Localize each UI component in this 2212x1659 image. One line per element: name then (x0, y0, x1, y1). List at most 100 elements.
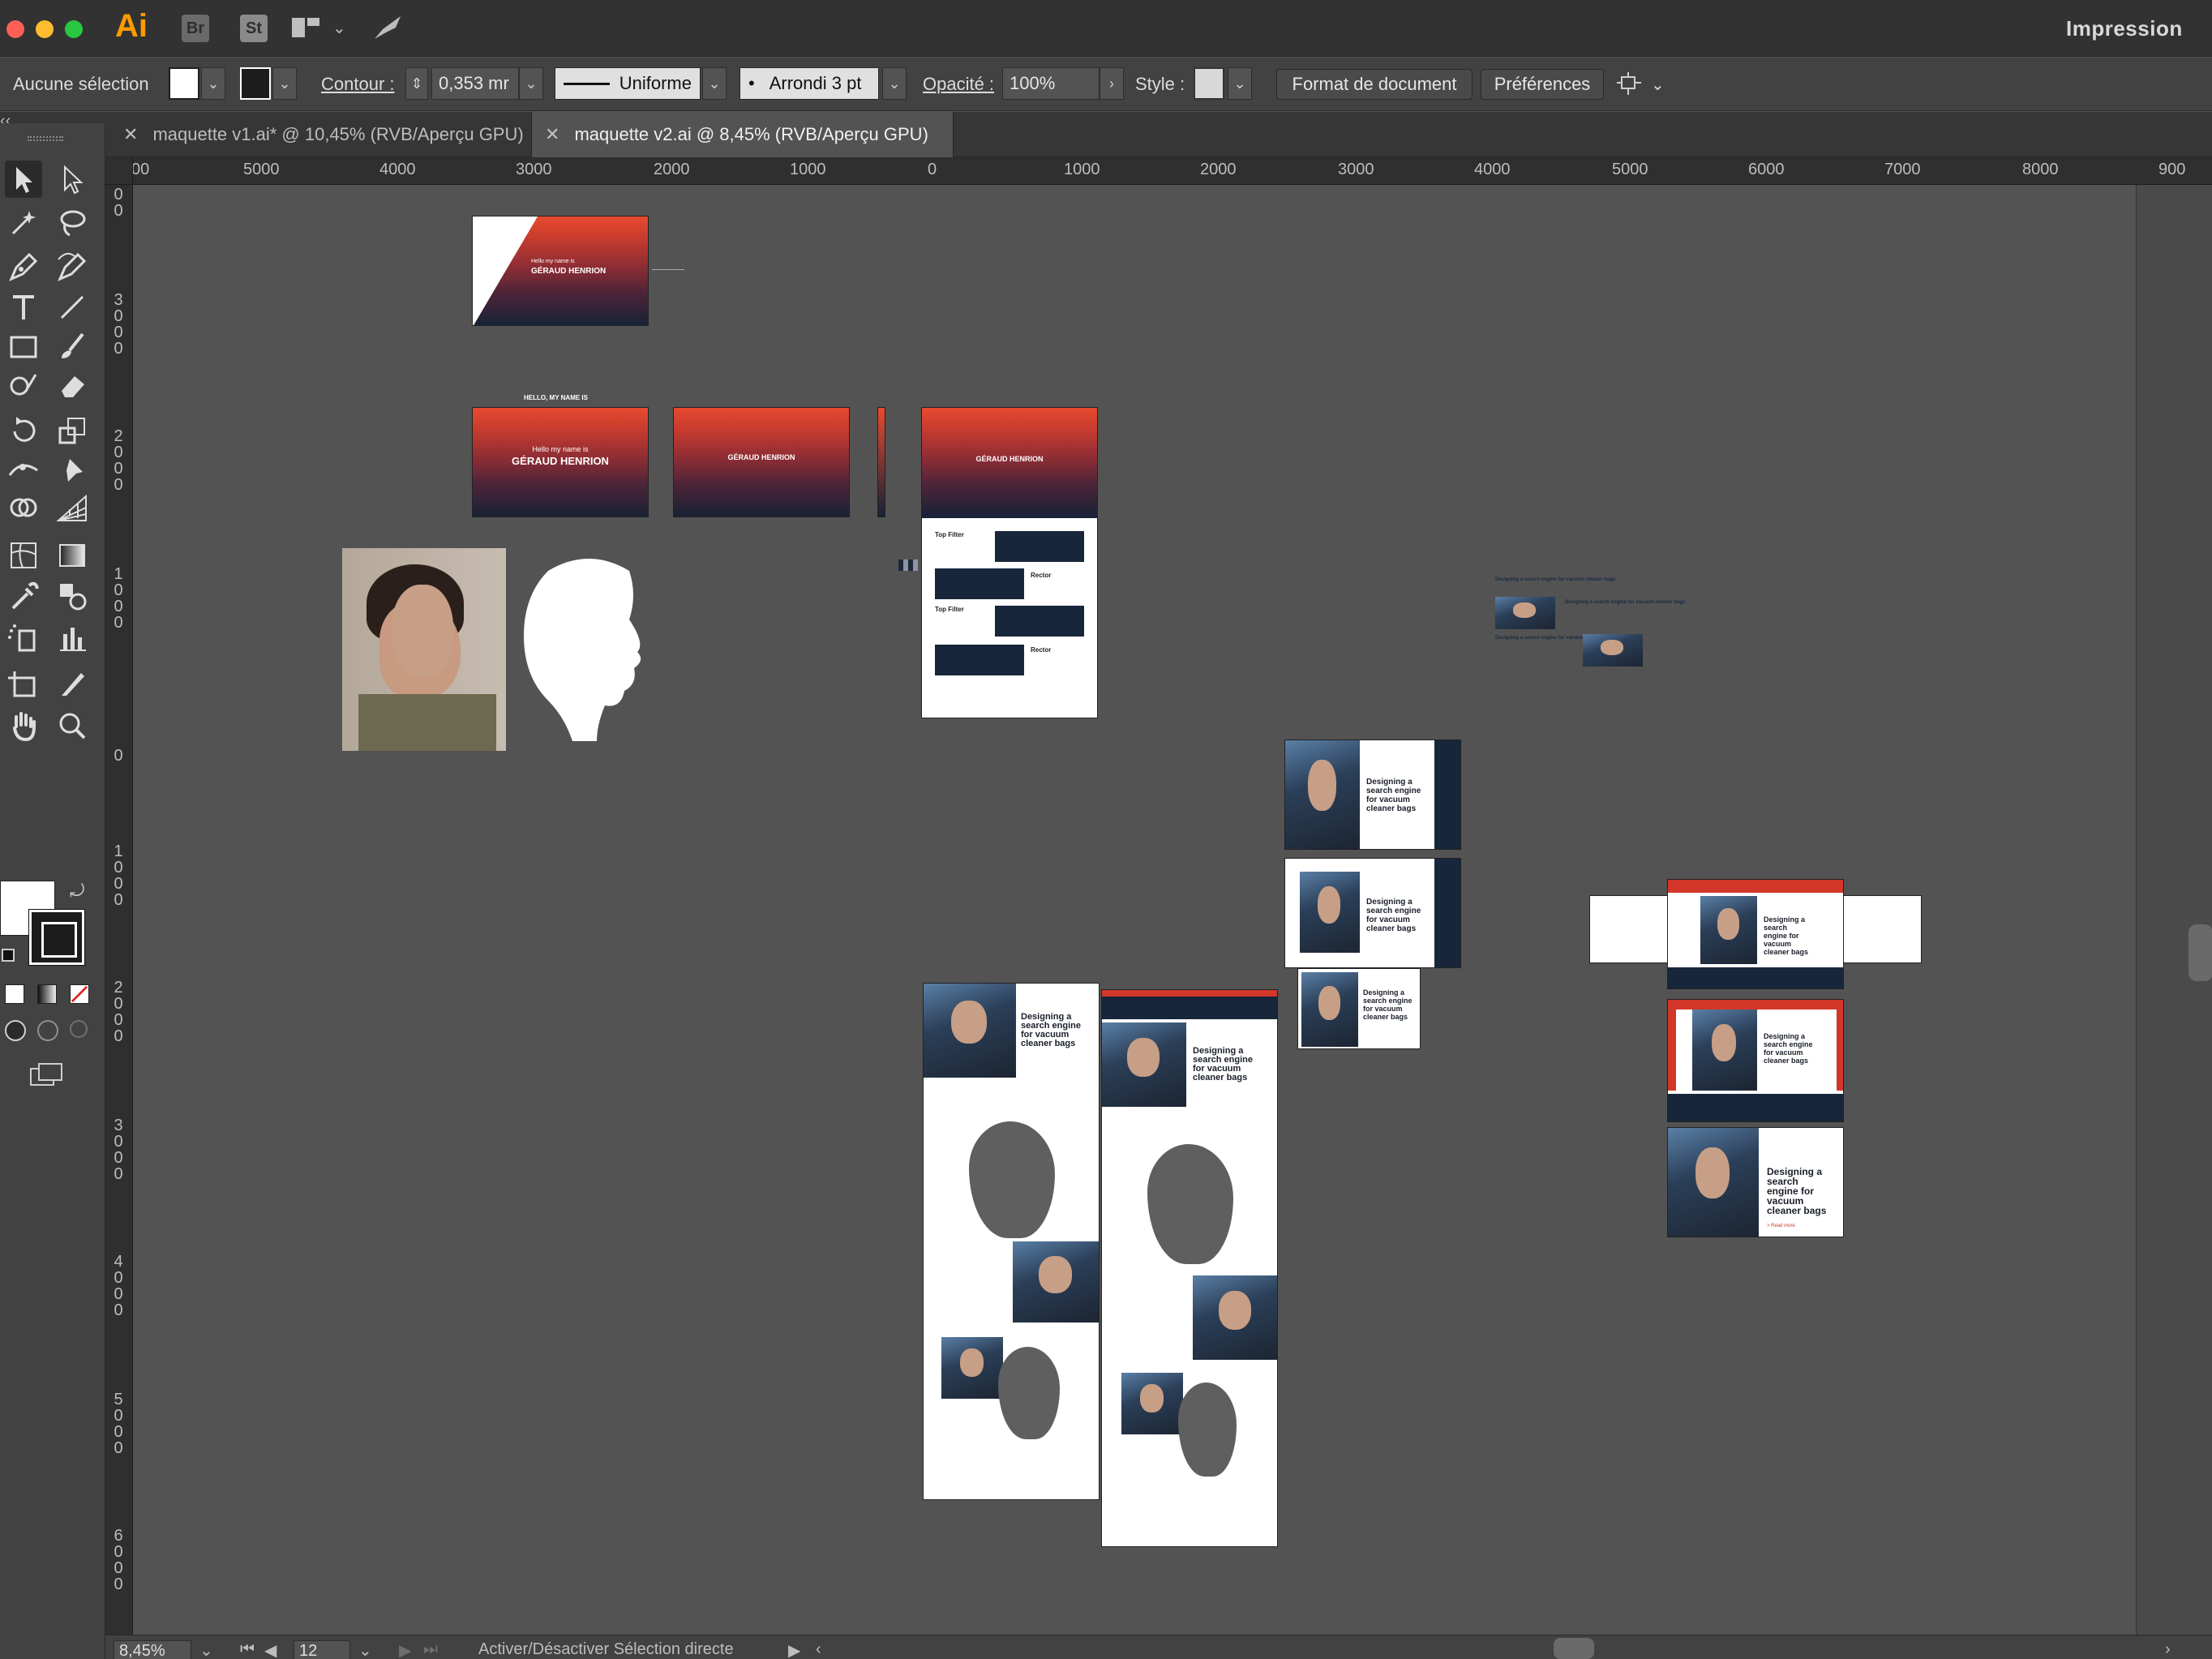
zoom-window-button[interactable] (65, 20, 83, 38)
vertical-scrollbar[interactable] (2136, 185, 2212, 1635)
artboard-tablet-2[interactable]: Designing a search engine for vacuum cle… (1284, 858, 1461, 968)
artboard-dropdown-icon[interactable]: ⌄ (358, 1640, 372, 1659)
arrange-chevron-icon[interactable]: ⌄ (1651, 69, 1665, 100)
screen-mode-icon[interactable] (29, 1062, 65, 1087)
width-tool-icon[interactable] (5, 451, 42, 488)
eyedropper-tool-icon[interactable] (5, 577, 42, 615)
stroke-dropdown[interactable]: ⌄ (272, 67, 297, 100)
style-swatch[interactable] (1194, 67, 1224, 100)
contour-stepper[interactable]: ⇕ (405, 67, 428, 100)
rectangle-tool-icon[interactable] (5, 328, 42, 365)
symbol-sprayer-tool-icon[interactable] (5, 619, 42, 657)
artboard-hero-2[interactable]: GÉRAUD HENRION (673, 407, 850, 517)
puppet-warp-tool-icon[interactable] (54, 451, 91, 488)
column-graph-tool-icon[interactable] (54, 619, 91, 657)
stock-button[interactable]: St (240, 15, 268, 42)
none-mode-icon[interactable] (70, 984, 89, 1004)
artboard-mobile-long-2[interactable]: Designing a search engine for vacuum cle… (1101, 989, 1278, 1547)
contour-label[interactable]: Contour : (321, 69, 395, 100)
stroke-profile-dropdown[interactable]: ⌄ (702, 67, 727, 100)
document-format-button[interactable]: Format de document (1276, 69, 1473, 100)
profile-silhouette[interactable] (516, 555, 654, 749)
arrange-documents-icon[interactable] (292, 18, 319, 37)
chevron-down-icon[interactable]: ⌄ (332, 18, 346, 38)
zoom-tool-icon[interactable] (54, 707, 91, 744)
tab-maquette-v2[interactable]: ✕ maquette v2.ai @ 8,45% (RVB/Aperçu GPU… (532, 112, 954, 157)
close-tab-icon[interactable]: ✕ (123, 124, 138, 145)
artboard-desktop-2[interactable]: Designing a search engine for vacuum cle… (1667, 999, 1844, 1122)
last-artboard-icon[interactable]: ⏭ (423, 1640, 438, 1659)
blend-tool-icon[interactable] (54, 577, 91, 615)
stroke-profile-select[interactable]: Uniforme (555, 67, 701, 100)
direct-selection-tool-icon[interactable] (54, 161, 91, 198)
swap-colors-icon[interactable]: ⤾ (70, 881, 84, 902)
magic-wand-tool-icon[interactable] (5, 204, 42, 242)
status-hint[interactable]: Activer/Désactiver Sélection directe (478, 1640, 734, 1659)
artboard-intro[interactable]: Hello my name is GÉRAUD HENRION (472, 216, 649, 326)
mesh-tool-icon[interactable] (5, 537, 42, 574)
opacity-label[interactable]: Opacité : (923, 69, 994, 100)
paintbrush-tool-icon[interactable] (54, 328, 91, 365)
minimize-window-button[interactable] (36, 20, 54, 38)
artboard-number-field[interactable]: 12 (294, 1640, 350, 1659)
artboard-color-strip[interactable] (877, 407, 885, 517)
contour-input[interactable]: 0,353 mr (431, 67, 519, 100)
ruler-origin[interactable] (105, 157, 133, 185)
horizontal-scroll-thumb[interactable] (1554, 1638, 1594, 1659)
draw-inside-icon[interactable] (70, 1020, 88, 1038)
previous-artboard-icon[interactable]: ◀ (264, 1640, 276, 1659)
arrange-icon[interactable] (1615, 72, 1648, 98)
eraser-tool-icon[interactable] (54, 367, 91, 404)
horizontal-ruler[interactable]: 00 5000 4000 3000 2000 1000 0 1000 2000 … (131, 157, 2212, 185)
artboard-mobile-long-1[interactable]: Designing a search engine for vacuum cle… (923, 983, 1100, 1500)
contour-dropdown[interactable]: ⌄ (519, 67, 543, 100)
perspective-grid-tool-icon[interactable] (54, 490, 91, 527)
color-mode-icon[interactable] (5, 984, 24, 1004)
opacity-arrow[interactable]: › (1100, 67, 1124, 100)
fill-swatch[interactable] (169, 67, 199, 100)
first-artboard-icon[interactable]: ⏮ (240, 1640, 255, 1659)
bridge-button[interactable]: Br (182, 15, 209, 42)
stroke-swatch[interactable] (240, 67, 271, 100)
artboard-tool-icon[interactable] (5, 665, 42, 702)
artboard-page-cards[interactable]: GÉRAUD HENRION Top Filter Rector Top Fil… (921, 407, 1098, 718)
curvature-tool-icon[interactable] (54, 248, 91, 285)
next-artboard-icon[interactable]: ▶ (399, 1640, 411, 1659)
default-colors-icon[interactable] (2, 949, 15, 962)
scale-tool-icon[interactable] (54, 412, 91, 449)
tab-maquette-v1[interactable]: ✕ maquette v1.ai* @ 10,45% (RVB/Aperçu G… (110, 112, 532, 157)
panel-grip[interactable] (28, 136, 63, 141)
brush-select[interactable]: • Arrondi 3 pt (739, 67, 879, 100)
preferences-button[interactable]: Préférences (1481, 69, 1604, 100)
scroll-left-icon[interactable]: ‹ (816, 1640, 821, 1659)
type-tool-icon[interactable] (5, 289, 42, 326)
close-window-button[interactable] (6, 20, 24, 38)
shape-builder-tool-icon[interactable] (5, 490, 42, 527)
draw-normal-icon[interactable] (5, 1020, 26, 1041)
zoom-dropdown-icon[interactable]: ⌄ (199, 1640, 213, 1659)
gradient-mode-icon[interactable] (37, 984, 57, 1004)
draw-behind-icon[interactable] (37, 1020, 58, 1041)
artboard-desktop-3[interactable]: Designing a search engine for vacuum cle… (1667, 1127, 1844, 1237)
line-tool-icon[interactable] (54, 289, 91, 326)
fill-dropdown[interactable]: ⌄ (201, 67, 225, 100)
style-dropdown[interactable]: ⌄ (1228, 67, 1252, 100)
shaper-tool-icon[interactable] (5, 367, 42, 404)
gradient-tool-icon[interactable] (54, 537, 91, 574)
hand-tool-icon[interactable] (5, 707, 42, 744)
lasso-tool-icon[interactable] (54, 204, 91, 242)
artboard-tablet-3[interactable]: Designing a search engine for vacuum cle… (1297, 968, 1421, 1049)
slice-tool-icon[interactable] (54, 665, 91, 702)
portrait-photo[interactable] (342, 548, 506, 751)
artboard-canvas[interactable]: Hello my name is GÉRAUD HENRION HELLO, M… (133, 185, 2136, 1635)
zoom-field[interactable]: 8,45% (114, 1640, 191, 1659)
workspace-switcher[interactable]: Impression (2066, 16, 2183, 41)
artboard-tablet-1[interactable]: Designing a search engine for vacuum cle… (1284, 739, 1461, 850)
pen-tool-icon[interactable] (5, 248, 42, 285)
thumbnail-cluster[interactable]: Designing a search engine for vacuum cle… (1495, 577, 1685, 675)
close-tab-icon[interactable]: ✕ (545, 124, 559, 145)
scroll-right-icon[interactable]: › (2165, 1640, 2171, 1659)
vertical-scroll-thumb[interactable] (2188, 924, 2212, 981)
gpu-performance-icon[interactable] (371, 13, 404, 42)
opacity-input[interactable]: 100% (1002, 67, 1100, 100)
